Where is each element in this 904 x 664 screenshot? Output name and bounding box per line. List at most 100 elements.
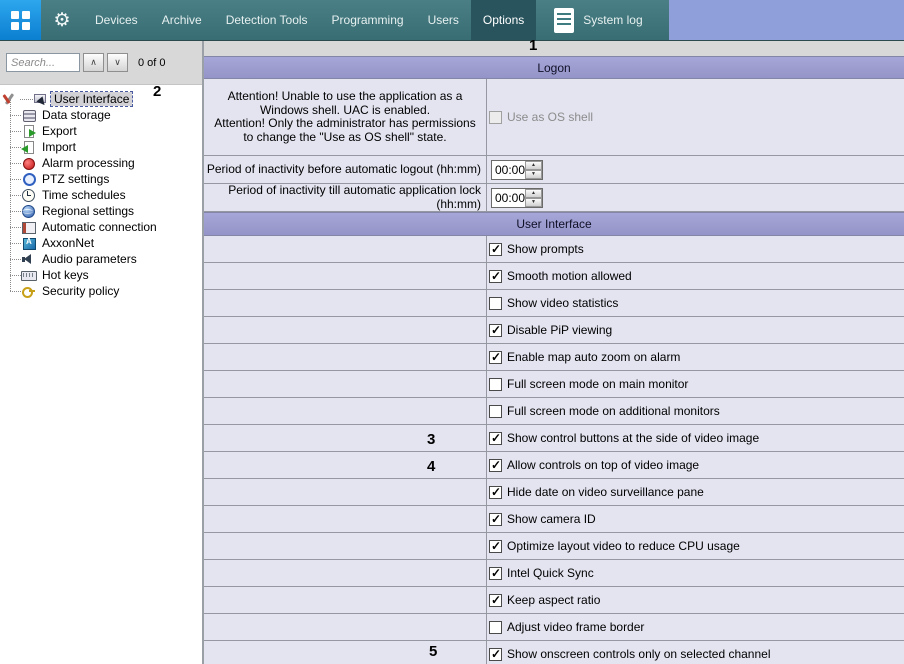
logout-period-value[interactable]: 00:00 bbox=[492, 161, 525, 179]
tree-connector bbox=[10, 259, 21, 260]
checkbox-show-video-statistics[interactable] bbox=[489, 297, 502, 310]
menu-item-programming[interactable]: Programming bbox=[320, 0, 416, 40]
search-next-button[interactable] bbox=[107, 53, 128, 72]
option-row-enable-map-auto-zoom-on-alarm: Enable map auto zoom on alarm bbox=[204, 344, 904, 371]
menu-item-options[interactable]: Options bbox=[471, 0, 536, 40]
system-log-icon bbox=[554, 8, 574, 33]
annotation-4: 4 bbox=[427, 458, 435, 475]
tree-connector bbox=[10, 227, 21, 228]
tree-item-export[interactable]: Export bbox=[0, 123, 202, 139]
checkbox-smooth-motion-allowed[interactable] bbox=[489, 270, 502, 283]
user-interface-icon bbox=[33, 92, 48, 106]
tree-item-ptz-settings[interactable]: PTZ settings bbox=[0, 171, 202, 187]
search-bar: 0 of 0 bbox=[0, 41, 202, 85]
option-label: Full screen mode on additional monitors bbox=[507, 404, 720, 418]
lock-period-value[interactable]: 00:00 bbox=[492, 189, 525, 207]
logon-section-header: Logon bbox=[204, 56, 904, 79]
option-row-disable-pip-viewing: Disable PiP viewing bbox=[204, 317, 904, 344]
tree-item-label: Security policy bbox=[39, 284, 122, 298]
option-label: Keep aspect ratio bbox=[507, 593, 600, 607]
export-icon bbox=[21, 124, 36, 138]
option-row-right-cell: Smooth motion allowed bbox=[487, 263, 904, 289]
checkbox-full-screen-mode-on-main-monitor[interactable] bbox=[489, 378, 502, 391]
tree-item-axxonnet[interactable]: AxxonNet bbox=[0, 235, 202, 251]
tree-item-regional-settings[interactable]: Regional settings bbox=[0, 203, 202, 219]
checkbox-allow-controls-on-top-of-video-image[interactable] bbox=[489, 459, 502, 472]
logout-period-spinner[interactable]: 00:00 bbox=[491, 160, 543, 180]
checkbox-adjust-video-frame-border[interactable] bbox=[489, 621, 502, 634]
spinner-up-icon[interactable] bbox=[525, 161, 542, 170]
connection-icon bbox=[21, 220, 36, 234]
option-row-keep-aspect-ratio: Keep aspect ratio bbox=[204, 587, 904, 614]
checkbox-intel-quick-sync[interactable] bbox=[489, 567, 502, 580]
options-tree: User InterfaceData storageExportImportAl… bbox=[0, 85, 202, 299]
tree-item-alarm-processing[interactable]: Alarm processing bbox=[0, 155, 202, 171]
checkbox-show-control-buttons-at-the-side-of-video-image[interactable] bbox=[489, 432, 502, 445]
option-row-full-screen-mode-on-additional-monitors: Full screen mode on additional monitors bbox=[204, 398, 904, 425]
tree-item-automatic-connection[interactable]: Automatic connection bbox=[0, 219, 202, 235]
checkbox-hide-date-on-video-surveillance-pane[interactable] bbox=[489, 486, 502, 499]
options-root-icon bbox=[2, 92, 17, 106]
spinner-down-icon[interactable] bbox=[525, 198, 542, 207]
hotkeys-icon bbox=[21, 268, 36, 282]
ui-section-header: User Interface bbox=[204, 212, 904, 236]
option-row-left-cell bbox=[204, 560, 487, 586]
checkbox-enable-map-auto-zoom-on-alarm[interactable] bbox=[489, 351, 502, 364]
option-label: Adjust video frame border bbox=[507, 620, 644, 634]
option-row-left-cell bbox=[204, 290, 487, 316]
tree-item-label: Time schedules bbox=[39, 188, 129, 202]
menu-item-detection-tools[interactable]: Detection Tools bbox=[214, 0, 320, 40]
tree-item-label: Regional settings bbox=[39, 204, 137, 218]
option-row-left-cell bbox=[204, 452, 487, 478]
tree-item-hot-keys[interactable]: Hot keys bbox=[0, 267, 202, 283]
checkbox-full-screen-mode-on-additional-monitors[interactable] bbox=[489, 405, 502, 418]
gear-icon[interactable] bbox=[45, 0, 79, 40]
menu-item-devices[interactable]: Devices bbox=[83, 0, 150, 40]
tree-item-security-policy[interactable]: Security policy bbox=[0, 283, 202, 299]
spinner-up-icon[interactable] bbox=[525, 189, 542, 198]
checkbox-keep-aspect-ratio[interactable] bbox=[489, 594, 502, 607]
tree-connector bbox=[10, 195, 21, 196]
option-row-left-cell bbox=[204, 614, 487, 640]
option-row-right-cell: Hide date on video surveillance pane bbox=[487, 479, 904, 505]
tree-item-audio-parameters[interactable]: Audio parameters bbox=[0, 251, 202, 267]
option-label: Allow controls on top of video image bbox=[507, 458, 699, 472]
annotation-3: 3 bbox=[427, 431, 435, 448]
system-log-button[interactable]: System log bbox=[536, 0, 668, 40]
alarm-icon bbox=[21, 156, 36, 170]
logout-period-label: Period of inactivity before automatic lo… bbox=[204, 156, 487, 183]
app-launcher-button[interactable] bbox=[0, 0, 41, 40]
search-input[interactable] bbox=[6, 53, 80, 72]
tree-item-time-schedules[interactable]: Time schedules bbox=[0, 187, 202, 203]
option-row-full-screen-mode-on-main-monitor: Full screen mode on main monitor bbox=[204, 371, 904, 398]
options-sidebar: 0 of 0 User InterfaceData storageExportI… bbox=[0, 41, 204, 664]
checkbox-show-onscreen-controls-only-on-selected-channel[interactable] bbox=[489, 648, 502, 661]
search-prev-button[interactable] bbox=[83, 53, 104, 72]
tree-connector bbox=[10, 243, 21, 244]
tree-item-label: Hot keys bbox=[39, 268, 92, 282]
menu-item-users[interactable]: Users bbox=[416, 0, 471, 40]
checkbox-optimize-layout-video-to-reduce-cpu-usage[interactable] bbox=[489, 540, 502, 553]
checkbox-show-camera-id[interactable] bbox=[489, 513, 502, 526]
checkbox-disable-pip-viewing[interactable] bbox=[489, 324, 502, 337]
annotation-2: 2 bbox=[153, 83, 161, 100]
spinner-down-icon[interactable] bbox=[525, 170, 542, 179]
option-row-left-cell bbox=[204, 236, 487, 262]
menu-item-archive[interactable]: Archive bbox=[150, 0, 214, 40]
logout-period-row: Period of inactivity before automatic lo… bbox=[204, 156, 904, 184]
option-row-left-cell bbox=[204, 506, 487, 532]
option-row-left-cell bbox=[204, 371, 487, 397]
tree-item-user-interface[interactable]: User Interface bbox=[0, 91, 202, 107]
option-label: Show onscreen controls only on selected … bbox=[507, 647, 771, 661]
lock-period-spinner[interactable]: 00:00 bbox=[491, 188, 543, 208]
option-row-right-cell: Show video statistics bbox=[487, 290, 904, 316]
checkbox-show-prompts[interactable] bbox=[489, 243, 502, 256]
option-row-right-cell: Show onscreen controls only on selected … bbox=[487, 641, 904, 664]
option-row-show-control-buttons-at-the-side-of-video-image: Show control buttons at the side of vide… bbox=[204, 425, 904, 452]
audio-icon bbox=[21, 252, 36, 266]
tree-item-data-storage[interactable]: Data storage bbox=[0, 107, 202, 123]
tree-item-import[interactable]: Import bbox=[0, 139, 202, 155]
tree-item-label: Alarm processing bbox=[39, 156, 138, 170]
tree-connector bbox=[10, 131, 21, 132]
option-label: Show prompts bbox=[507, 242, 584, 256]
